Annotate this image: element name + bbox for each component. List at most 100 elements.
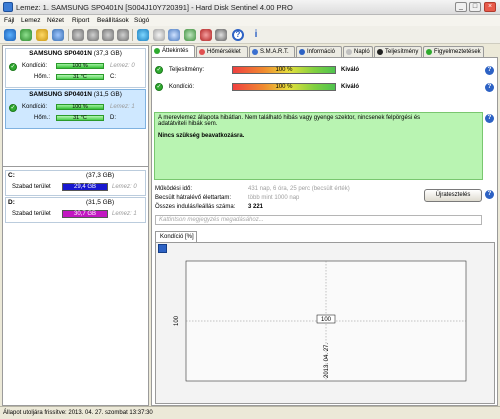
disk-info-icon[interactable] [102, 29, 114, 41]
info-icon[interactable]: i [250, 29, 262, 41]
tab-overview[interactable]: Áttekintés [151, 45, 195, 57]
status-text: Állapot utoljára frissítve: 2013. 04. 27… [3, 410, 153, 416]
tab-information[interactable]: Információ [296, 46, 342, 57]
toolbar-separator [68, 29, 69, 41]
help-icon[interactable]: ? [485, 190, 494, 199]
retest-button[interactable]: Újratesztelés [424, 189, 482, 202]
stop-icon[interactable] [200, 29, 212, 41]
health-value: 100 % [72, 104, 88, 110]
toolbar: ? i [0, 26, 500, 44]
minimize-button[interactable]: _ [455, 2, 467, 12]
free-space-bar: 30,7 GB [62, 210, 108, 218]
app-icon [3, 2, 13, 12]
menu-help[interactable]: Súgó [134, 17, 149, 24]
disk-name: SAMSUNG SP0401N [29, 91, 92, 98]
status-message-action: Nincs szükség beavatkozásra. [158, 133, 245, 139]
partition-letter: D: [8, 199, 15, 206]
help-icon[interactable]: ? [485, 83, 494, 92]
power-on-label: Működési idő: [155, 186, 193, 192]
start-stop-label: Összes indulás/leállás száma: [155, 204, 236, 210]
tab-alerts[interactable]: Figyelmeztetések [423, 46, 484, 57]
disk-id: Lemez: 0 [110, 63, 135, 69]
disk-item[interactable]: SAMSUNG SP0401N (37,3 GB) ✓ Kondíció: 10… [5, 48, 146, 88]
disk-list-panel: SAMSUNG SP0401N (37,3 GB) ✓ Kondíció: 10… [2, 45, 149, 406]
performance-ok-icon: ✓ [155, 66, 163, 74]
data-label: 100 [321, 317, 332, 323]
tab-smart[interactable]: S.M.A.R.T. [249, 46, 295, 57]
overview-icon [154, 48, 160, 54]
free-space-value: 30,7 GB [73, 211, 96, 217]
maximize-button[interactable]: □ [469, 2, 481, 12]
alert-icon[interactable] [36, 29, 48, 41]
ok-icon: ✓ [9, 63, 17, 71]
thermometer-icon [199, 49, 205, 55]
remaining-life-value: több mint 1000 nap [248, 195, 300, 201]
health-value: 100 % [72, 63, 88, 69]
info-icon [299, 49, 305, 55]
free-space-bar: 29,4 GB [62, 183, 108, 191]
health-bar: 100 % [56, 63, 104, 69]
disk-test-icon[interactable] [87, 29, 99, 41]
ok-icon: ✓ [9, 104, 17, 112]
disk-name: SAMSUNG SP0401N [29, 50, 92, 57]
health-label: Kondíció: [22, 63, 48, 69]
drive-letter: D: [110, 115, 116, 121]
free-space-label: Szabad terület [12, 211, 51, 217]
settings-icon[interactable] [215, 29, 227, 41]
partition-disk-id: Lemez: 0 [112, 184, 137, 190]
tab-log[interactable]: Napló [343, 46, 373, 57]
temperature-label: Hőm.: [34, 115, 51, 121]
health-rating: Kiváló [341, 84, 360, 90]
panel-divider [3, 166, 148, 167]
help-icon[interactable]: ? [485, 114, 494, 123]
tab-performance[interactable]: Teljesítmény [374, 46, 422, 57]
partition-letter: C: [8, 172, 15, 179]
health-value: 100 % [275, 84, 293, 90]
refresh-icon[interactable] [4, 29, 16, 41]
disk-surface-icon[interactable] [117, 29, 129, 41]
title-bar: Lemez: 1. SAMSUNG SP0401N [S004J10Y72039… [0, 0, 500, 15]
help-icon[interactable]: ? [485, 66, 494, 75]
menu-settings[interactable]: Beállítások [97, 17, 129, 24]
health-icon[interactable] [20, 29, 32, 41]
help-icon[interactable]: ? [232, 29, 244, 41]
comment-input[interactable]: Kattintson megjegyzés megadásához... [155, 215, 482, 225]
temperature-value: 31 °C [73, 115, 87, 121]
menu-disk[interactable]: Lemez [21, 17, 41, 24]
status-bar: Állapot utoljára frissítve: 2013. 04. 27… [0, 406, 500, 419]
alert-icon [426, 49, 432, 55]
disk-icon[interactable] [72, 29, 84, 41]
menu-file[interactable]: Fájl [4, 17, 14, 24]
report-icon[interactable] [52, 29, 64, 41]
partition-item[interactable]: D: (31,5 GB) Szabad terület 30,7 GB Leme… [5, 197, 146, 223]
disk-size: (37,3 GB) [93, 50, 122, 57]
details-panel: Áttekintés Hőmérséklet S.M.A.R.T. Inform… [151, 45, 498, 406]
temperature-label: Hőm.: [34, 74, 51, 80]
chart-tab-health[interactable]: Kondíció [%] [155, 231, 197, 242]
copy-icon[interactable] [168, 29, 180, 41]
tab-temperature[interactable]: Hőmérséklet [196, 46, 248, 57]
performance-icon [377, 49, 383, 55]
close-button[interactable]: × [484, 2, 496, 12]
health-ok-icon: ✓ [155, 83, 163, 91]
power-on-value: 431 nap, 6 óra, 25 perc (becsült érték) [248, 186, 350, 192]
log-icon [346, 49, 352, 55]
tab-bar: Áttekintés Hőmérséklet S.M.A.R.T. Inform… [151, 45, 498, 57]
drive-letter: C: [110, 74, 116, 80]
smart-icon [252, 49, 258, 55]
menu-report[interactable]: Riport [72, 17, 89, 24]
globe-icon[interactable] [137, 29, 149, 41]
partition-size: (31,5 GB) [86, 199, 115, 206]
save-icon[interactable] [184, 29, 196, 41]
x-tick-label: 2013. 04. 27. [324, 343, 330, 378]
partition-disk-id: Lemez: 1 [112, 211, 137, 217]
health-bar: 100 % [232, 83, 336, 91]
y-tick-label: 100 [174, 315, 180, 326]
document-icon[interactable] [153, 29, 165, 41]
disk-item-selected[interactable]: SAMSUNG SP0401N (31,5 GB) ✓ Kondíció: 10… [5, 89, 146, 129]
performance-bar: 100 % [232, 66, 336, 74]
status-message-box: A merevlemez állapota hibátlan. Nem talá… [154, 112, 483, 180]
menu-view[interactable]: Nézet [47, 17, 64, 24]
partition-item[interactable]: C: (37,3 GB) Szabad terület 29,4 GB Leme… [5, 170, 146, 196]
health-label: Kondíció: [22, 104, 48, 110]
